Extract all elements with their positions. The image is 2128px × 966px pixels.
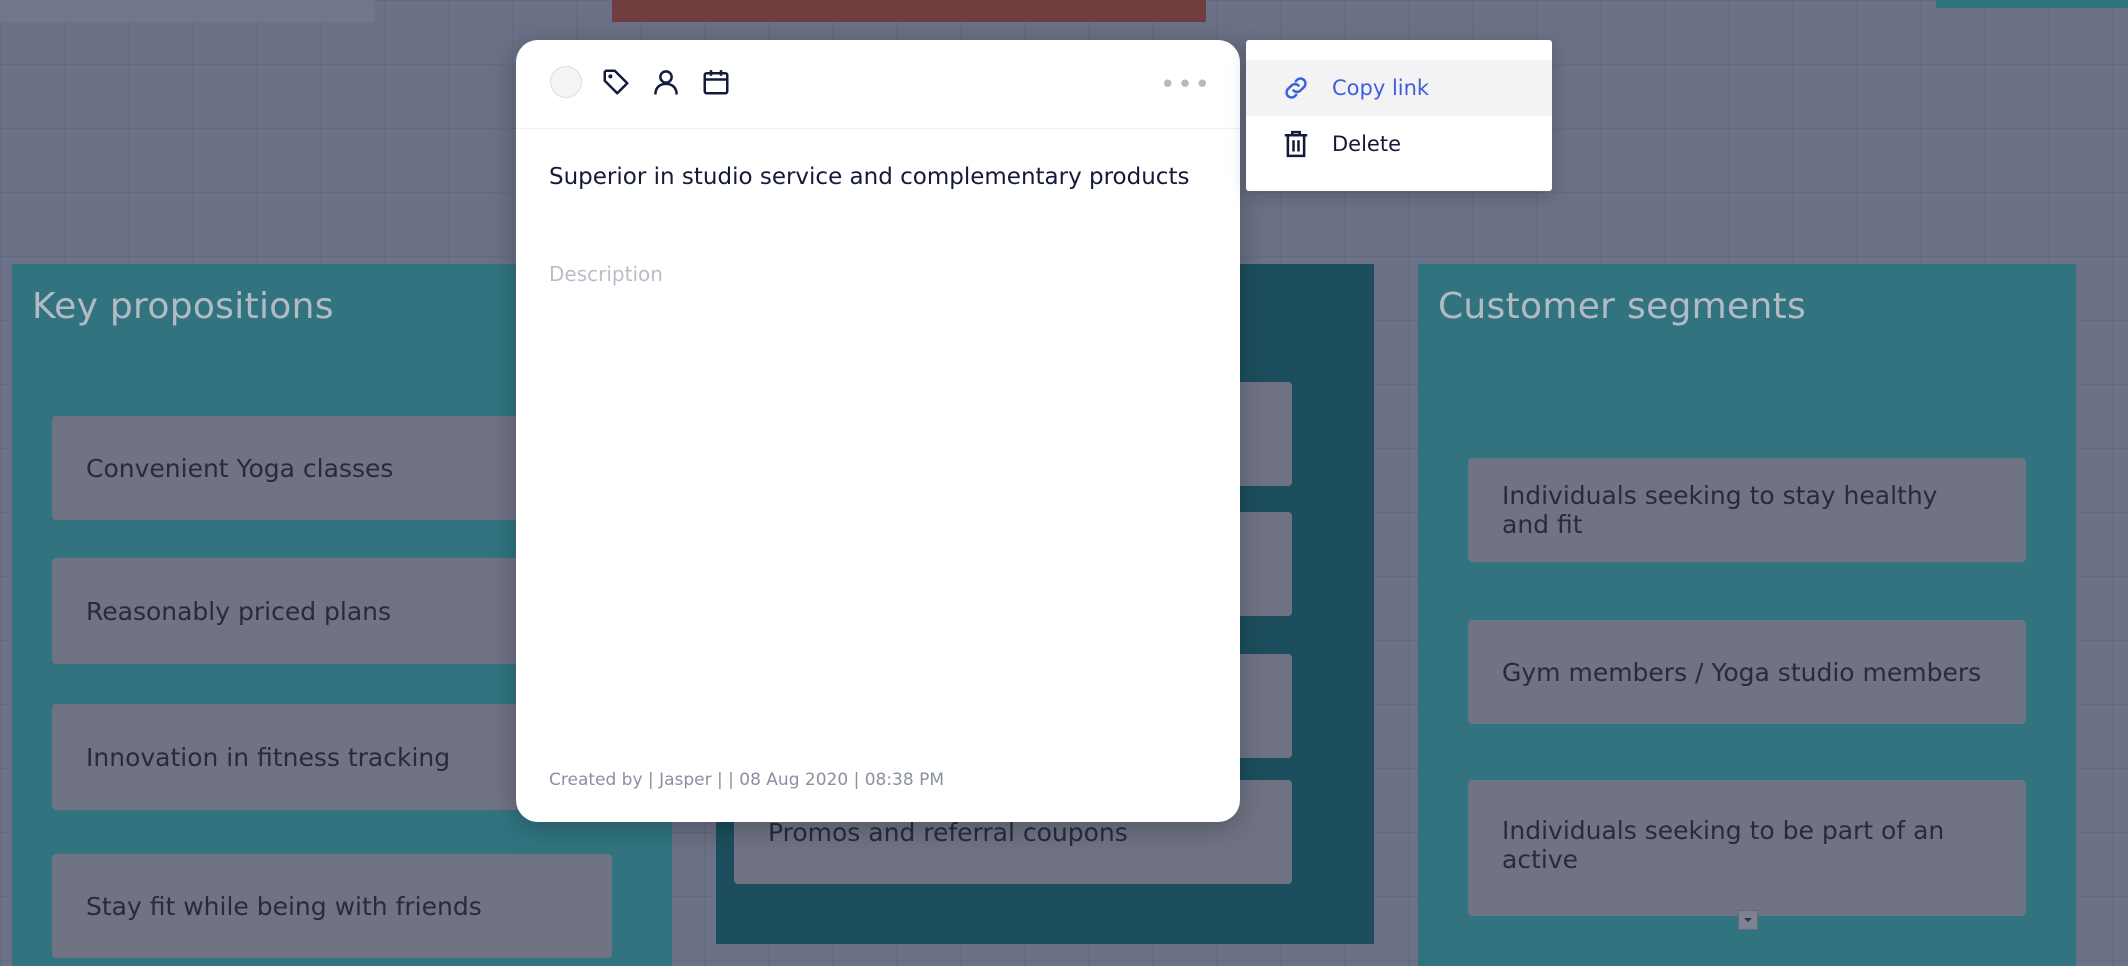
- card-title[interactable]: Superior in studio service and complemen…: [549, 164, 1189, 190]
- assign-user-button[interactable]: [648, 64, 684, 100]
- modal-toolbar: •••: [516, 40, 1240, 129]
- link-icon: [1280, 72, 1312, 104]
- description-field[interactable]: Description: [549, 262, 663, 286]
- due-date-button[interactable]: [698, 64, 734, 100]
- user-icon: [654, 70, 678, 95]
- menu-item-delete[interactable]: Delete: [1246, 116, 1552, 172]
- status-toggle[interactable]: [548, 64, 584, 100]
- calendar-icon: [703, 70, 729, 95]
- menu-item-label: Copy link: [1332, 76, 1430, 100]
- tag-button[interactable]: [598, 64, 634, 100]
- menu-item-label: Delete: [1332, 132, 1401, 156]
- status-circle-icon: [550, 66, 582, 98]
- created-by-info: Created by | Jasper | | 08 Aug 2020 | 08…: [549, 770, 945, 790]
- tag-icon: [603, 69, 629, 95]
- trash-icon: [1280, 128, 1312, 160]
- card-detail-modal: ••• Superior in studio service and compl…: [516, 40, 1240, 822]
- more-options-button[interactable]: •••: [1160, 70, 1212, 100]
- options-menu: Copy link Delete: [1246, 40, 1552, 191]
- menu-item-copy-link[interactable]: Copy link: [1246, 60, 1552, 116]
